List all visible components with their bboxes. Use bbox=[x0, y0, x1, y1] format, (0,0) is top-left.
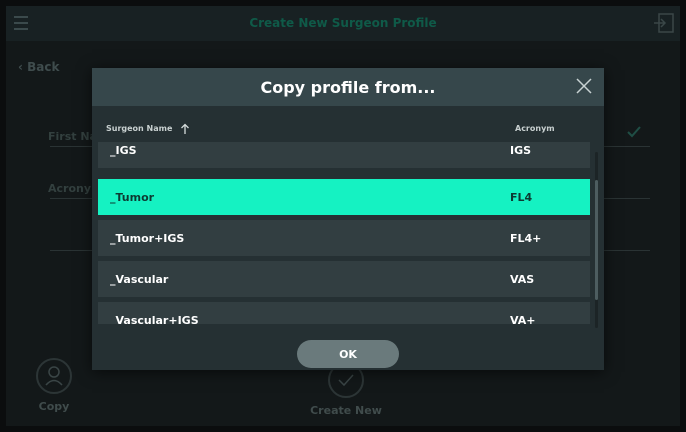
create-new-label: Create New bbox=[310, 404, 382, 417]
surgeon-name: _Vascular bbox=[110, 273, 169, 286]
column-header-surgeon-name[interactable]: Surgeon Name bbox=[106, 124, 172, 133]
surgeon-acronym: FL4+ bbox=[510, 232, 542, 245]
copy-label: Copy bbox=[38, 400, 70, 413]
list-item[interactable]: _Vascular VAS bbox=[98, 261, 590, 297]
surgeon-acronym: IGS bbox=[510, 144, 532, 157]
exit-icon[interactable] bbox=[652, 12, 676, 34]
surgeon-acronym: VA+ bbox=[510, 314, 536, 324]
scrollbar[interactable] bbox=[595, 152, 598, 328]
copy-action[interactable]: Copy bbox=[34, 358, 74, 413]
list-item-selected[interactable]: _Tumor FL4 bbox=[98, 179, 590, 215]
acronym-label: Acrony bbox=[48, 182, 92, 195]
first-name-label: First Na bbox=[48, 130, 97, 143]
sort-ascending-icon[interactable] bbox=[180, 120, 190, 134]
surgeon-acronym: FL4 bbox=[510, 191, 533, 204]
page-title: Create New Surgeon Profile bbox=[249, 16, 437, 30]
person-icon bbox=[36, 358, 72, 394]
ok-button[interactable]: OK bbox=[297, 340, 399, 368]
surgeon-name: _Tumor bbox=[110, 191, 155, 204]
surgeon-name: _Tumor+IGS bbox=[110, 232, 185, 245]
list-item[interactable]: _Vascular+IGS VA+ bbox=[98, 302, 590, 324]
back-button[interactable]: ‹ Back bbox=[18, 60, 59, 74]
check-icon bbox=[626, 124, 642, 138]
create-new-action[interactable]: Create New bbox=[306, 362, 386, 417]
surgeon-acronym: VAS bbox=[510, 273, 535, 286]
close-icon[interactable] bbox=[574, 76, 594, 96]
top-bar: Create New Surgeon Profile bbox=[6, 6, 680, 41]
chevron-left-icon: ‹ bbox=[18, 60, 23, 74]
column-header-acronym: Acronym bbox=[515, 124, 555, 133]
surgeon-list[interactable]: _IGS IGS _Tumor FL4 _Tumor+IGS FL4+ _Vas… bbox=[98, 142, 590, 324]
list-item[interactable]: _IGS IGS bbox=[98, 142, 590, 168]
dialog-title: Copy profile from... bbox=[260, 78, 436, 97]
background-screen: Create New Surgeon Profile ‹ Back First … bbox=[6, 6, 680, 426]
surgeon-name: _Vascular+IGS bbox=[110, 314, 199, 324]
scrollbar-thumb[interactable] bbox=[595, 180, 598, 300]
surgeon-name: _IGS bbox=[110, 144, 137, 157]
copy-profile-dialog: Copy profile from... Surgeon Name Acrony… bbox=[92, 68, 604, 370]
back-label: Back bbox=[27, 60, 60, 74]
dialog-header: Copy profile from... bbox=[92, 68, 604, 106]
list-item[interactable]: _Tumor+IGS FL4+ bbox=[98, 220, 590, 256]
